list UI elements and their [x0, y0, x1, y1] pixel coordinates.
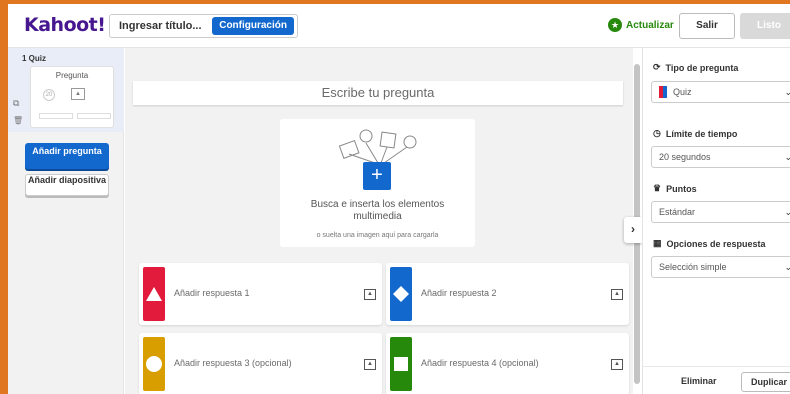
answer-3[interactable]: Añadir respuesta 3 (opcional) ▲ [139, 333, 382, 394]
done-button[interactable]: Listo [740, 13, 790, 39]
settings-button[interactable]: Configuración [212, 17, 294, 35]
time-limit-label: Límite de tiempo [665, 128, 738, 139]
points-value: Estándar [659, 207, 696, 217]
chevron-down-icon: ⌄ [784, 82, 790, 102]
duplicate-icon[interactable]: ⧉ [13, 98, 19, 109]
answer-3-label: Añadir respuesta 3 (opcional) [174, 358, 292, 368]
chevron-right-icon[interactable]: › [624, 217, 642, 243]
exit-button[interactable]: Salir [679, 13, 735, 39]
clock-icon: ◷ [653, 128, 661, 138]
media-subtext: o suelta una imagen aquí para cargarla [316, 232, 439, 239]
chevron-down-icon: ⌄ [784, 147, 790, 167]
question-input[interactable]: Escribe tu pregunta [133, 81, 623, 105]
medal-icon: ♛ [653, 183, 662, 193]
media-dropzone[interactable]: + Busca e inserta los elementos multimed… [280, 119, 475, 247]
image-icon[interactable]: ▲ [364, 289, 376, 300]
quiz-icon [659, 85, 667, 98]
answer-options-label: Opciones de respuesta [666, 238, 766, 249]
time-limit-value: 20 segundos [659, 152, 711, 162]
answer-options-select[interactable]: Selección simple ⌄ [651, 256, 790, 278]
points-select[interactable]: Estándar ⌄ [651, 201, 790, 223]
points-title: ♛ Puntos [653, 183, 697, 194]
thumb-title: Pregunta [55, 71, 89, 80]
answer-options-value: Selección simple [659, 262, 727, 272]
answer-3-color [143, 337, 165, 391]
slide-item[interactable]: 1 Quiz ⧉ 🗑 Pregunta 20 ▲ [8, 48, 124, 132]
answer-2-color [390, 267, 412, 321]
question-type-icon: ⟳ [653, 62, 661, 72]
chevron-down-icon: ⌄ [784, 202, 790, 222]
answer-4-color [390, 337, 412, 391]
settings-panel: ⟳ Tipo de pregunta Quiz ⌄ ◷ Límite de ti… [642, 48, 790, 394]
answer-options-title: ▦ Opciones de respuesta [653, 238, 766, 249]
add-media-button[interactable]: + [363, 162, 391, 190]
slide-label: 1 Quiz [22, 54, 47, 63]
timer-icon: 20 [43, 89, 55, 101]
title-placeholder: Ingresar título... [119, 20, 202, 32]
points-label: Puntos [666, 183, 697, 194]
divider [643, 366, 790, 367]
question-type-label: Tipo de pregunta [665, 62, 739, 73]
question-type-value: Quiz [673, 87, 692, 97]
triangle-icon [146, 287, 162, 301]
answer-1[interactable]: Añadir respuesta 1 ▲ [139, 263, 382, 325]
app-frame: Kahoot! Ingresar título... Configuración… [0, 0, 790, 394]
question-type-title: ⟳ Tipo de pregunta [653, 62, 738, 73]
answer-2-label: Añadir respuesta 2 [421, 288, 497, 298]
answer-1-color [143, 267, 165, 321]
image-icon[interactable]: ▲ [611, 289, 623, 300]
image-icon[interactable]: ▲ [364, 359, 376, 370]
grid-icon: ▦ [653, 238, 662, 248]
trash-icon[interactable]: 🗑 [13, 116, 23, 125]
time-limit-select[interactable]: 20 segundos ⌄ [651, 146, 790, 168]
update-label: Actualizar [626, 19, 674, 31]
answer-2[interactable]: Añadir respuesta 2 ▲ [386, 263, 629, 325]
question-canvas: Escribe tu pregunta + Busca e inserta lo… [125, 48, 633, 394]
slides-sidebar: 1 Quiz ⧉ 🗑 Pregunta 20 ▲ Añadir pregunta… [8, 48, 124, 394]
kahoot-logo[interactable]: Kahoot! [24, 14, 106, 36]
star-icon: ★ [608, 18, 622, 32]
media-illustration-icon [338, 129, 417, 164]
add-question-button[interactable]: Añadir pregunta [25, 143, 109, 169]
answer-4-label: Añadir respuesta 4 (opcional) [421, 358, 539, 368]
circle-icon [146, 356, 162, 372]
image-icon[interactable]: ▲ [611, 359, 623, 370]
answer-4[interactable]: Añadir respuesta 4 (opcional) ▲ [386, 333, 629, 394]
slide-thumbnail[interactable]: Pregunta 20 ▲ [30, 66, 114, 128]
top-bar: Kahoot! Ingresar título... Configuración… [8, 4, 790, 48]
answer-1-label: Añadir respuesta 1 [174, 288, 250, 298]
update-button[interactable]: ★ Actualizar [608, 18, 674, 32]
time-limit-title: ◷ Límite de tiempo [653, 128, 737, 139]
thumb-answer-bar [77, 113, 111, 119]
add-slide-button[interactable]: Añadir diapositiva [25, 174, 109, 196]
delete-button[interactable]: Eliminar [681, 376, 717, 386]
media-instructions: Busca e inserta los elementos multimedia [310, 199, 445, 222]
question-type-select[interactable]: Quiz ⌄ [651, 81, 790, 103]
image-placeholder-icon: ▲ [71, 88, 85, 100]
title-field[interactable]: Ingresar título... Configuración [109, 14, 298, 38]
diamond-icon [393, 286, 409, 302]
duplicate-button[interactable]: Duplicar [741, 372, 790, 392]
thumb-answer-bar [39, 113, 73, 119]
square-icon [394, 357, 408, 371]
chevron-down-icon: ⌄ [784, 257, 790, 277]
